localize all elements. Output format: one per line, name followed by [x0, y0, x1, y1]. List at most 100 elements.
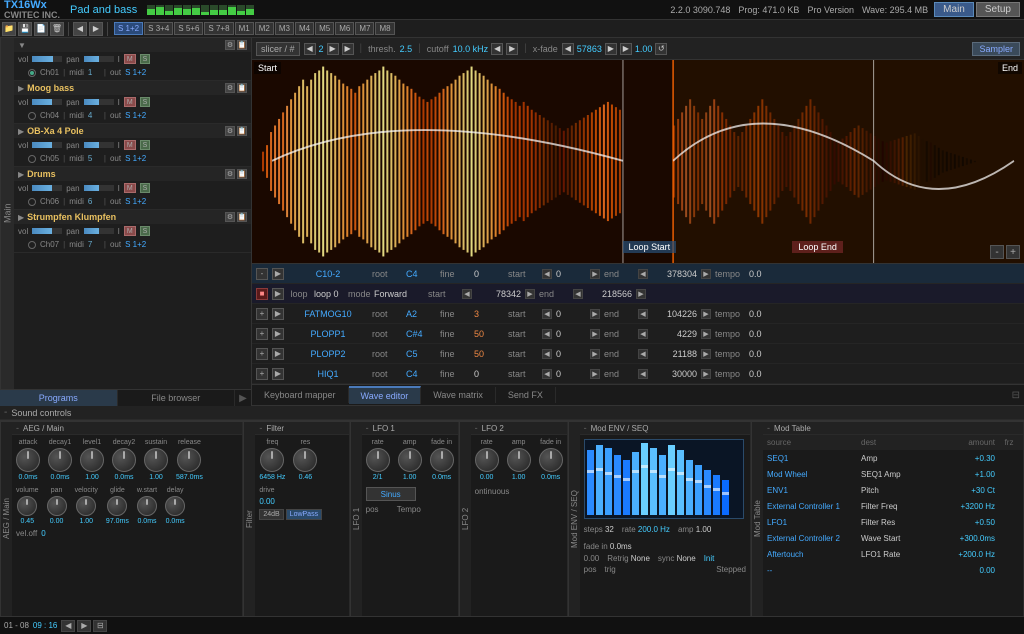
inst-name-moogbass[interactable]: Moog bass: [27, 83, 222, 93]
end-dec-fatmog[interactable]: ◀: [638, 309, 648, 319]
slice-plus-hiq1[interactable]: +: [256, 368, 268, 380]
level1-knob[interactable]: [80, 448, 104, 472]
lfo2-rate-knob[interactable]: [475, 448, 499, 472]
end-dec-plopp1[interactable]: ◀: [638, 329, 648, 339]
bb-next[interactable]: ▶: [77, 620, 91, 632]
start-inc-loop[interactable]: ▶: [525, 289, 535, 299]
vol-slider-strumpfen[interactable]: [32, 228, 62, 234]
inst-icon-obxa1[interactable]: ⚙: [225, 126, 235, 136]
inst-icon-mb1[interactable]: ⚙: [225, 83, 235, 93]
tab-send-fx[interactable]: Send FX: [496, 387, 556, 403]
end-dec-plopp2[interactable]: ◀: [638, 349, 648, 359]
preset-name[interactable]: Pad and bass: [70, 4, 137, 16]
left-arrow-icon[interactable]: ◀: [73, 22, 87, 36]
release-knob[interactable]: [177, 448, 201, 472]
thresh-val[interactable]: 2.5: [400, 44, 413, 54]
slicer-inc[interactable]: ▶: [327, 43, 339, 55]
mute-btn-moogbass[interactable]: M: [124, 97, 136, 107]
start-inc-plopp1[interactable]: ▶: [590, 329, 600, 339]
start-inc-hiq1[interactable]: ▶: [590, 369, 600, 379]
folder-icon[interactable]: 📁: [2, 22, 16, 36]
lfo1-wave-btn[interactable]: Sinus: [366, 487, 416, 501]
inst-icon-mb2[interactable]: 📋: [237, 83, 247, 93]
pan-slider-drums[interactable]: [84, 185, 114, 191]
radio-moogbass[interactable]: [28, 112, 36, 120]
filter-freq-knob[interactable]: [260, 448, 284, 472]
solo-btn-obxa[interactable]: S: [140, 140, 151, 150]
radio-ch01[interactable]: [28, 69, 36, 77]
modtable-row-extctrl2[interactable]: External Controller 2 Wave Start +300.0m…: [763, 531, 1023, 547]
inst-arrow-drums[interactable]: ▶: [18, 170, 24, 179]
radio-drums[interactable]: [28, 198, 36, 206]
start-inc-plopp2[interactable]: ▶: [590, 349, 600, 359]
start-dec-plopp2[interactable]: ◀: [542, 349, 552, 359]
waveform-area[interactable]: Start End Loop Start Loop End - +: [252, 60, 1024, 263]
right-arrow-icon[interactable]: ▶: [89, 22, 103, 36]
modtable-row-lfo1[interactable]: LFO1 Filter Res +0.50: [763, 515, 1023, 531]
lfo2-fadein-knob[interactable]: [539, 448, 563, 472]
lfo2-amp-knob[interactable]: [507, 448, 531, 472]
mute-btn-obxa[interactable]: M: [124, 140, 136, 150]
slicer-dec[interactable]: ◀: [304, 43, 316, 55]
slicer-val[interactable]: 2: [319, 44, 324, 54]
start-dec-plopp1[interactable]: ◀: [542, 329, 552, 339]
filter-res-knob[interactable]: [293, 448, 317, 472]
inst-icon-obxa2[interactable]: 📋: [237, 126, 247, 136]
radio-obxa[interactable]: [28, 155, 36, 163]
inst-icon-s1[interactable]: ⚙: [225, 212, 235, 222]
modtable-row-aftertouch[interactable]: Aftertouch LFO1 Rate +200.0 Hz: [763, 547, 1023, 563]
filter-db-btn[interactable]: 24dB: [259, 509, 283, 520]
solo-btn-strumpfen[interactable]: S: [140, 226, 151, 236]
decay2-knob[interactable]: [112, 448, 136, 472]
inst-icon-s2[interactable]: 📋: [237, 212, 247, 222]
solo-btn-drums[interactable]: S: [140, 183, 151, 193]
tab-programs[interactable]: Programs: [0, 390, 118, 406]
slice-name-c10-2[interactable]: C10-2: [288, 269, 368, 279]
xfade-inc[interactable]: ▶: [605, 43, 617, 55]
vol-reset[interactable]: ↺: [655, 43, 667, 55]
route-s12[interactable]: S 1+2: [114, 22, 143, 35]
solo-btn-moogbass[interactable]: S: [140, 97, 151, 107]
slice-play-plopp2[interactable]: ▶: [272, 348, 284, 360]
lfo1-amp-knob[interactable]: [398, 448, 422, 472]
cutoff-val[interactable]: 10.0 kHz: [453, 44, 489, 54]
route-s78[interactable]: S 7+8: [204, 22, 233, 35]
route-m6[interactable]: M6: [335, 22, 354, 35]
modtable-row-env1[interactable]: ENV1 Pitch +30 Ct: [763, 483, 1023, 499]
seq-display[interactable]: [584, 439, 744, 519]
tab-keyboard-mapper[interactable]: Keyboard mapper: [252, 387, 349, 403]
sampler-button[interactable]: Sampler: [972, 42, 1020, 56]
attack-knob[interactable]: [16, 448, 40, 472]
end-inc-c10-2[interactable]: ▶: [701, 269, 711, 279]
inst-icon-2[interactable]: 📋: [237, 40, 247, 50]
end-inc-loop[interactable]: ▶: [636, 289, 646, 299]
end-inc-plopp2[interactable]: ▶: [701, 349, 711, 359]
setup-button[interactable]: Setup: [976, 2, 1020, 17]
vol-slider-drums[interactable]: [32, 185, 62, 191]
inst-arrow-obxa[interactable]: ▶: [18, 127, 24, 136]
tab-collapse-icon[interactable]: ⊟: [1012, 390, 1020, 401]
route-m7[interactable]: M7: [355, 22, 374, 35]
inst-name-strumpfen[interactable]: Strumpfen Klumpfen: [27, 212, 222, 222]
delete-icon[interactable]: 🗑: [50, 22, 64, 36]
slice-play-c10-2[interactable]: ▶: [272, 268, 284, 280]
file-icon[interactable]: 📄: [34, 22, 48, 36]
vol-slider-ch01[interactable]: [32, 56, 62, 62]
slice-minus-c10-2[interactable]: -: [256, 268, 268, 280]
slicer-btn[interactable]: slicer / #: [256, 42, 300, 56]
xfade-dec[interactable]: ◀: [562, 43, 574, 55]
end-dec-c10-2[interactable]: ◀: [638, 269, 648, 279]
pan-slider-moogbass[interactable]: [84, 99, 114, 105]
bb-extra[interactable]: ⊟: [93, 620, 107, 632]
save-icon[interactable]: 💾: [18, 22, 32, 36]
inst-name-obxa[interactable]: OB-Xa 4 Pole: [27, 126, 222, 136]
xfade-val[interactable]: 57863: [577, 44, 602, 54]
tab-arrow[interactable]: ▶: [235, 390, 251, 406]
route-m2[interactable]: M2: [255, 22, 274, 35]
start-dec-hiq1[interactable]: ◀: [542, 369, 552, 379]
end-dec-loop[interactable]: ◀: [573, 289, 583, 299]
volume-knob[interactable]: [17, 496, 37, 516]
route-m8[interactable]: M8: [375, 22, 394, 35]
modtable-row-empty[interactable]: -- 0.00: [763, 563, 1023, 579]
bb-prev[interactable]: ◀: [61, 620, 75, 632]
